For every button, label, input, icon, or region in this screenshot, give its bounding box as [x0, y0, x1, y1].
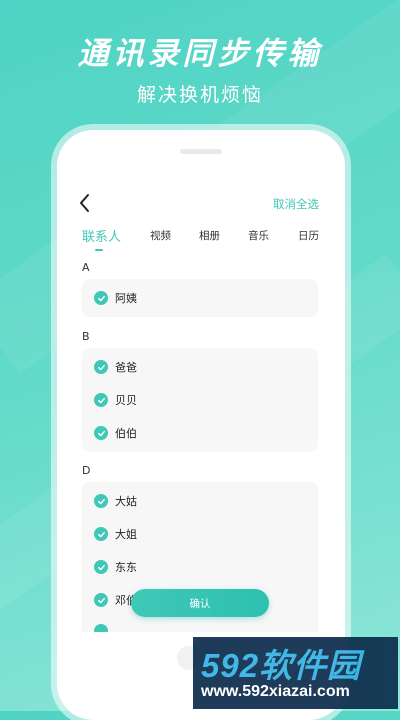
- section-letter-b: B: [82, 330, 90, 343]
- section-letter-a: A: [82, 261, 90, 274]
- contact-name: 大姑: [115, 495, 137, 508]
- contact-name: 爸爸: [115, 361, 137, 374]
- contact-name: 伯伯: [115, 427, 137, 440]
- section-letter-d: D: [82, 464, 91, 477]
- promo-subline: 解决换机烦恼: [136, 84, 263, 106]
- check-icon[interactable]: [94, 494, 108, 508]
- contact-group-a: 阿姨: [82, 279, 318, 317]
- check-icon[interactable]: [94, 360, 108, 374]
- phone-mockup: 取消全选 联系人 视频 相册 音乐 日历 A 阿姨 B 爸爸 贝贝 伯伯 D 大…: [57, 130, 345, 720]
- contact-item[interactable]: 东东: [94, 559, 137, 575]
- contact-group-b: 爸爸 贝贝 伯伯: [82, 348, 318, 452]
- back-arrow-icon[interactable]: [77, 192, 93, 214]
- check-icon[interactable]: [94, 593, 108, 607]
- check-icon[interactable]: [94, 291, 108, 305]
- contact-item[interactable]: 阿姨: [94, 290, 137, 306]
- tab-album[interactable]: 相册: [199, 228, 220, 243]
- check-icon[interactable]: [94, 426, 108, 440]
- contact-item[interactable]: 大姑: [94, 493, 137, 509]
- tab-videos[interactable]: 视频: [150, 228, 171, 243]
- deselect-all-button[interactable]: 取消全选: [273, 196, 319, 212]
- promo-headline: 通讯录同步传输: [77, 36, 323, 72]
- active-tab-indicator: [95, 249, 103, 251]
- watermark-brand: 592软件园: [201, 647, 362, 684]
- contact-item[interactable]: 贝贝: [94, 392, 137, 408]
- contact-name: 贝贝: [115, 394, 137, 407]
- contact-item-partial[interactable]: [94, 623, 115, 632]
- contact-item[interactable]: 爸爸: [94, 359, 137, 375]
- check-icon[interactable]: [94, 560, 108, 574]
- contact-item[interactable]: 大姐: [94, 526, 137, 542]
- contact-name: 阿姨: [115, 292, 137, 305]
- check-icon[interactable]: [94, 393, 108, 407]
- watermark-logo: 592软件园 www.592xiazai.com: [193, 637, 398, 709]
- contact-name: 东东: [115, 561, 137, 574]
- watermark-url: www.592xiazai.com: [201, 683, 350, 700]
- confirm-button[interactable]: 确认: [131, 589, 269, 617]
- phone-speaker: [180, 149, 222, 154]
- tab-calendar[interactable]: 日历: [298, 228, 319, 243]
- contact-item[interactable]: 伯伯: [94, 425, 137, 441]
- check-icon[interactable]: [94, 624, 108, 632]
- check-icon[interactable]: [94, 527, 108, 541]
- tab-contacts[interactable]: 联系人: [82, 226, 121, 245]
- tab-music[interactable]: 音乐: [248, 228, 269, 243]
- contact-name: 大姐: [115, 528, 137, 541]
